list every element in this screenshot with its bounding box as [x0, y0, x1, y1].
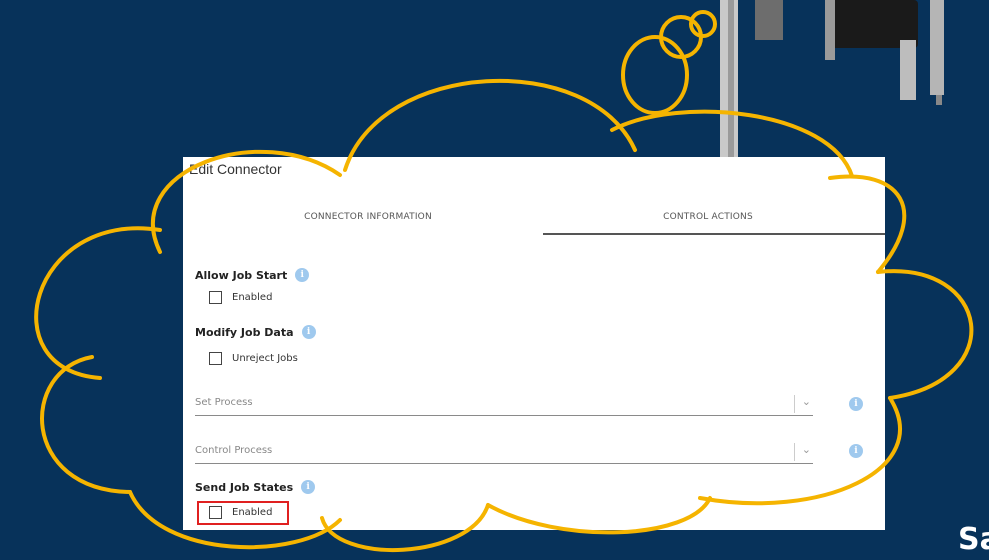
chevron-down-icon[interactable]: ⌄: [802, 395, 811, 408]
select-placeholder: Set Process: [195, 397, 253, 408]
background-partial-text: Sa: [958, 522, 989, 557]
modify-job-data-heading: Modify Job Data i: [195, 325, 316, 339]
highlight-box: [197, 501, 289, 525]
allow-job-start-heading: Allow Job Start i: [195, 268, 310, 282]
info-icon[interactable]: i: [301, 325, 316, 339]
section-title: Allow Job Start: [195, 268, 288, 282]
select-placeholder: Control Process: [195, 445, 273, 456]
tab-control-actions[interactable]: CONTROL ACTIONS: [603, 212, 813, 222]
edit-connector-dialog: Edit Connector CONNECTOR INFORMATION CON…: [183, 157, 885, 530]
select-separator: [794, 443, 795, 461]
info-icon[interactable]: i: [849, 397, 863, 411]
dialog-title: Edit Connector: [189, 161, 282, 177]
checkbox-label: Enabled: [232, 292, 273, 303]
send-job-states-heading: Send Job States i: [195, 480, 316, 494]
chevron-down-icon[interactable]: ⌄: [802, 443, 811, 456]
info-icon[interactable]: i: [301, 480, 316, 494]
active-tab-indicator: [543, 233, 885, 235]
robot-arm-image: [720, 0, 944, 165]
control-process-select[interactable]: Control Process ⌄: [195, 441, 813, 464]
section-title: Send Job States: [195, 480, 294, 494]
checkbox-box[interactable]: [209, 291, 222, 304]
select-separator: [794, 395, 795, 413]
unreject-jobs-checkbox[interactable]: Unreject Jobs: [209, 352, 298, 365]
allow-job-start-enabled-checkbox[interactable]: Enabled: [209, 291, 272, 304]
tab-connector-information[interactable]: CONNECTOR INFORMATION: [283, 212, 453, 222]
checkbox-label: Unreject Jobs: [232, 353, 298, 364]
info-icon[interactable]: i: [295, 268, 310, 282]
checkbox-box[interactable]: [209, 352, 222, 365]
section-title: Modify Job Data: [195, 325, 294, 339]
info-icon[interactable]: i: [849, 444, 863, 458]
set-process-select[interactable]: Set Process ⌄: [195, 393, 813, 416]
